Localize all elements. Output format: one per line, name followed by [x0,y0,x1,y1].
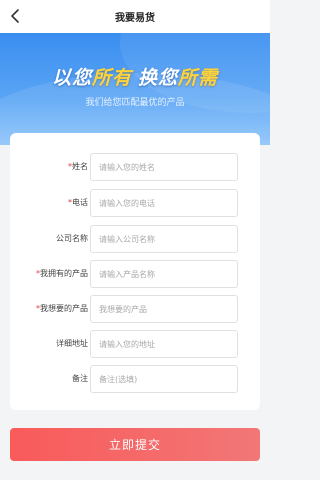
field-label: 备注 [72,373,88,384]
field-label-text: 公司名称 [56,234,88,243]
field-label-text: 详细地址 [56,339,88,348]
field-label: *姓名 [68,161,88,172]
banner-subtitle: 我们给您匹配最优的产品 [85,98,185,108]
company-input[interactable] [90,225,238,253]
name-input[interactable] [90,153,238,181]
remark-input[interactable] [90,365,238,393]
form-row-owned-product: *我拥有的产品 [10,260,260,288]
form-row-remark: 备注 [10,365,260,393]
slogan-part-highlight: 所有 [91,67,132,89]
slogan-part-highlight: 所需 [178,67,219,89]
field-label: 详细地址 [56,338,88,349]
field-label-text: 备注 [72,374,88,383]
page-title: 我要易货 [115,13,155,24]
field-label-text: 我想要的产品 [40,304,88,313]
phone-input[interactable] [90,189,238,217]
wanted-product-input[interactable] [90,295,238,323]
nav-bar: 我要易货 [0,0,270,33]
field-label-text: 我拥有的产品 [40,269,88,278]
field-label-text: 姓名 [72,162,88,171]
field-label: *我想要的产品 [36,303,88,314]
address-input[interactable] [90,330,238,358]
hero-banner: 以您所有 换您所需 我们给您匹配最优的产品 [0,33,270,145]
owned-product-input[interactable] [90,260,238,288]
banner-slogan: 以您所有 换您所需 [0,63,270,90]
field-label: *电话 [68,197,88,208]
form-card: *姓名 *电话 公司名称 *我拥有的产品 *我想要的产品 详细地址 备注 [10,133,260,410]
form-row-company: 公司名称 [10,225,260,253]
slogan-part: 换您 [138,67,179,89]
form-row-name: *姓名 [10,153,260,181]
form-row-address: 详细地址 [10,330,260,358]
field-label: 公司名称 [56,233,88,244]
field-label-text: 电话 [72,198,88,207]
submit-button[interactable]: 立即提交 [10,428,260,461]
field-label: *我拥有的产品 [36,268,88,279]
form-row-phone: *电话 [10,189,260,217]
slogan-part: 以您 [51,67,92,89]
form-row-wanted-product: *我想要的产品 [10,295,260,323]
